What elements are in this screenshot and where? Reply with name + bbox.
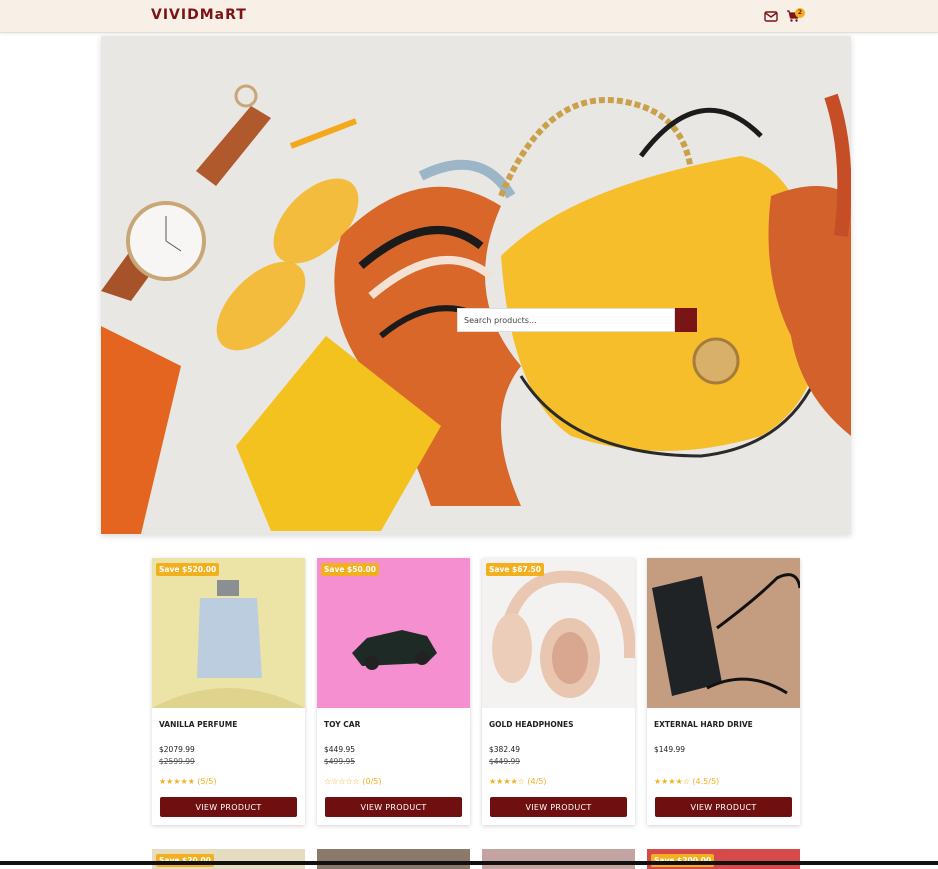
product-rating: ★★★★★ (5/5) [159,777,217,786]
view-product-button[interactable]: VIEW PRODUCT [160,797,297,817]
product-card-partial[interactable]: Save $20.00 [152,849,305,869]
product-price: $449.95 [324,745,356,754]
product-card: EXTERNAL HARD DRIVE $149.99 ★★★★☆ (4.5/5… [647,558,800,825]
product-card-partial[interactable] [317,849,470,869]
mail-icon[interactable] [764,9,778,23]
product-image[interactable] [482,558,635,708]
product-card-partial[interactable]: Save $200.00 [647,849,800,869]
product-image[interactable] [152,558,305,708]
product-name[interactable]: VANILLA PERFUME [159,720,237,729]
discount-badge: Save $50.00 [321,563,379,576]
product-card: Save $50.00 TOY CAR $449.95 $499.95 ☆☆☆☆… [317,558,470,825]
product-rating: ★★★★☆ (4/5) [489,777,547,786]
product-old-price: $449.99 [489,757,521,766]
product-rating: ☆☆☆☆☆ (0/5) [324,777,382,786]
product-name[interactable]: TOY CAR [324,720,360,729]
cart-count-badge: 2 [795,8,805,18]
search-input[interactable] [457,308,675,332]
view-product-button[interactable]: VIEW PRODUCT [490,797,627,817]
product-card: Save $520.00 VANILLA PERFUME $2079.99 $2… [152,558,305,825]
search-icon [457,308,466,317]
hero-image [101,36,851,534]
hero-banner [101,36,851,534]
product-name[interactable]: EXTERNAL HARD DRIVE [654,720,753,729]
discount-badge: Save $67.50 [486,563,544,576]
product-old-price: $499.95 [324,757,356,766]
product-image[interactable] [647,558,800,708]
product-price: $149.99 [654,745,686,754]
product-price: $382.49 [489,745,521,754]
product-old-price: $2599.99 [159,757,195,766]
product-image[interactable] [317,558,470,708]
view-product-button[interactable]: VIEW PRODUCT [655,797,792,817]
bottom-edge [0,861,938,865]
product-card: Save $67.50 GOLD HEADPHONES $382.49 $449… [482,558,635,825]
view-product-button[interactable]: VIEW PRODUCT [325,797,462,817]
product-price: $2079.99 [159,745,195,754]
product-name[interactable]: GOLD HEADPHONES [489,720,574,729]
product-rating: ★★★★☆ (4.5/5) [654,777,720,786]
discount-badge: Save $520.00 [156,563,220,576]
product-card-partial[interactable] [482,849,635,869]
search-bar [457,308,697,332]
site-logo[interactable]: VIVIDMaRT [151,7,247,23]
top-header: VIVIDMaRT 2 [0,0,938,33]
search-button[interactable] [457,308,697,332]
